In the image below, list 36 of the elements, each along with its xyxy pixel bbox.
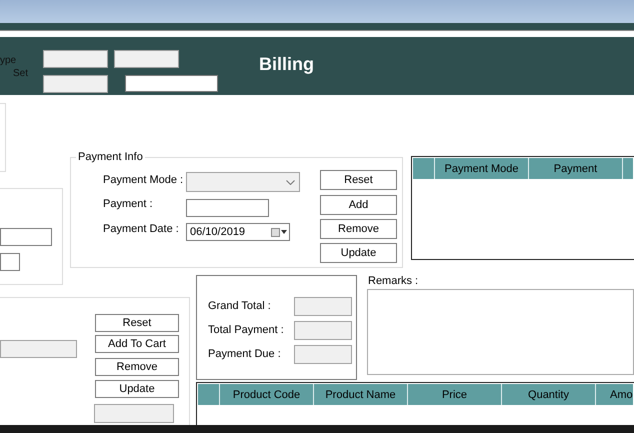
field-label: Payment Date : — [103, 223, 179, 235]
field-label: Payment Due : — [208, 348, 281, 360]
column-header[interactable]: Price — [408, 384, 502, 405]
column-header[interactable]: Payment Mode — [435, 158, 529, 179]
button[interactable]: Reset — [95, 314, 179, 332]
text-field[interactable] — [0, 228, 52, 246]
button[interactable]: Add — [320, 195, 397, 215]
field-label: Payment Mode : — [103, 174, 184, 186]
button[interactable]: Add To Cart — [95, 335, 179, 353]
button[interactable]: Update — [320, 243, 397, 263]
caret-icon — [281, 230, 287, 234]
text-field[interactable] — [186, 199, 269, 217]
text-field[interactable] — [125, 75, 218, 92]
text-field[interactable] — [0, 253, 20, 271]
button[interactable]: Reset — [320, 170, 397, 190]
column-header[interactable]: Payment — [529, 158, 623, 179]
page-title: Billing — [259, 54, 314, 75]
field-label: ype — [0, 55, 16, 66]
group-title: Payment Info — [76, 151, 145, 163]
column-header[interactable]: Amo — [596, 384, 633, 405]
field-label: Grand Total : — [208, 300, 271, 312]
column-header[interactable]: Quantity — [502, 384, 596, 405]
date-picker[interactable]: 06/10/2019 — [186, 223, 290, 241]
group-box — [0, 103, 6, 172]
button[interactable]: Remove — [95, 358, 179, 376]
calendar-icon — [271, 228, 280, 236]
remarks-field[interactable] — [367, 289, 634, 375]
column-header[interactable]: Product Name — [314, 384, 408, 405]
chevron-down-icon — [286, 180, 295, 184]
button[interactable]: Update — [95, 380, 179, 398]
field-label: Total Payment : — [208, 324, 284, 336]
button[interactable]: Remove — [320, 219, 397, 239]
field-label: Payment : — [103, 198, 153, 210]
field-label: Remarks : — [368, 275, 418, 287]
column-header[interactable]: Product Code — [220, 384, 314, 405]
field-label: Set — [13, 68, 28, 79]
